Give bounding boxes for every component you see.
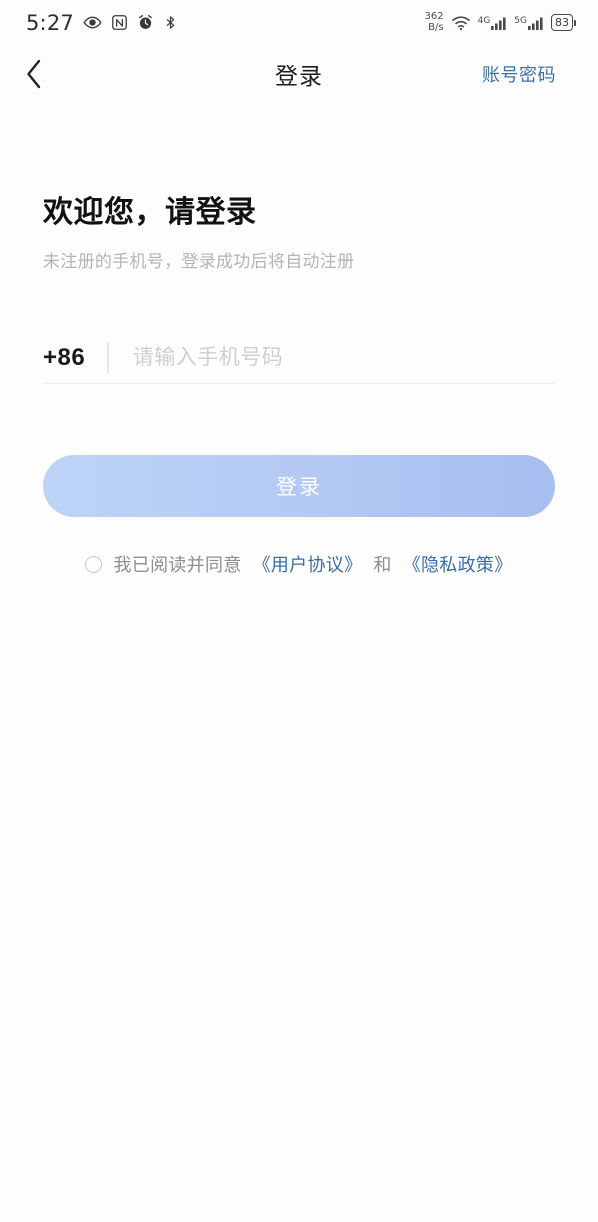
phone-input[interactable] [131,340,555,376]
user-agreement-link[interactable]: 《用户协议》 [253,551,363,577]
agreement-row: 我已阅读并同意 《用户协议》 和 《隐私政策》 [43,551,555,577]
phone-field-row: +86 [43,333,555,384]
signal-bars-icon [528,16,544,30]
agreement-prefix: 我已阅读并同意 [113,551,241,577]
wifi-icon [451,15,471,31]
privacy-policy-link[interactable]: 《隐私政策》 [403,551,513,577]
battery-icon: 83 [551,14,576,31]
welcome-subtitle: 未注册的手机号，登录成功后将自动注册 [43,247,555,272]
eye-icon [83,13,102,32]
battery-level: 83 [551,14,573,31]
welcome-headline: 欢迎您，请登录 [43,187,555,231]
signal-indicator-4g: 4G [478,16,508,30]
status-bar-right: 362 B/s 4G 5G [425,12,577,33]
network-speed: 362 B/s [425,12,444,33]
field-divider [107,343,109,373]
signal-bars-icon [491,16,507,30]
country-code[interactable]: +86 [43,344,107,372]
agreement-conjunction: 和 [373,551,391,577]
main-content: 欢迎您，请登录 未注册的手机号，登录成功后将自动注册 +86 登录 我已阅读并同… [0,187,598,577]
network-speed-unit: B/s [425,23,444,34]
signal-indicator-5g: 5G [514,16,544,30]
nav-bar: 登录 账号密码 [0,45,598,103]
nfc-icon [111,14,128,31]
status-clock: 5:27 [26,11,74,35]
signal-label-4g: 4G [478,17,491,26]
signal-label-5g: 5G [514,17,527,26]
battery-tip [574,20,576,26]
agreement-checkbox[interactable] [85,556,102,573]
status-bar: 5:27 362 [0,0,598,45]
account-password-link[interactable]: 账号密码 [482,61,556,87]
login-button[interactable]: 登录 [43,455,555,517]
network-speed-value: 362 [425,12,444,23]
alarm-icon [137,14,154,31]
status-bar-left: 5:27 [26,11,178,35]
bluetooth-icon [163,14,178,31]
